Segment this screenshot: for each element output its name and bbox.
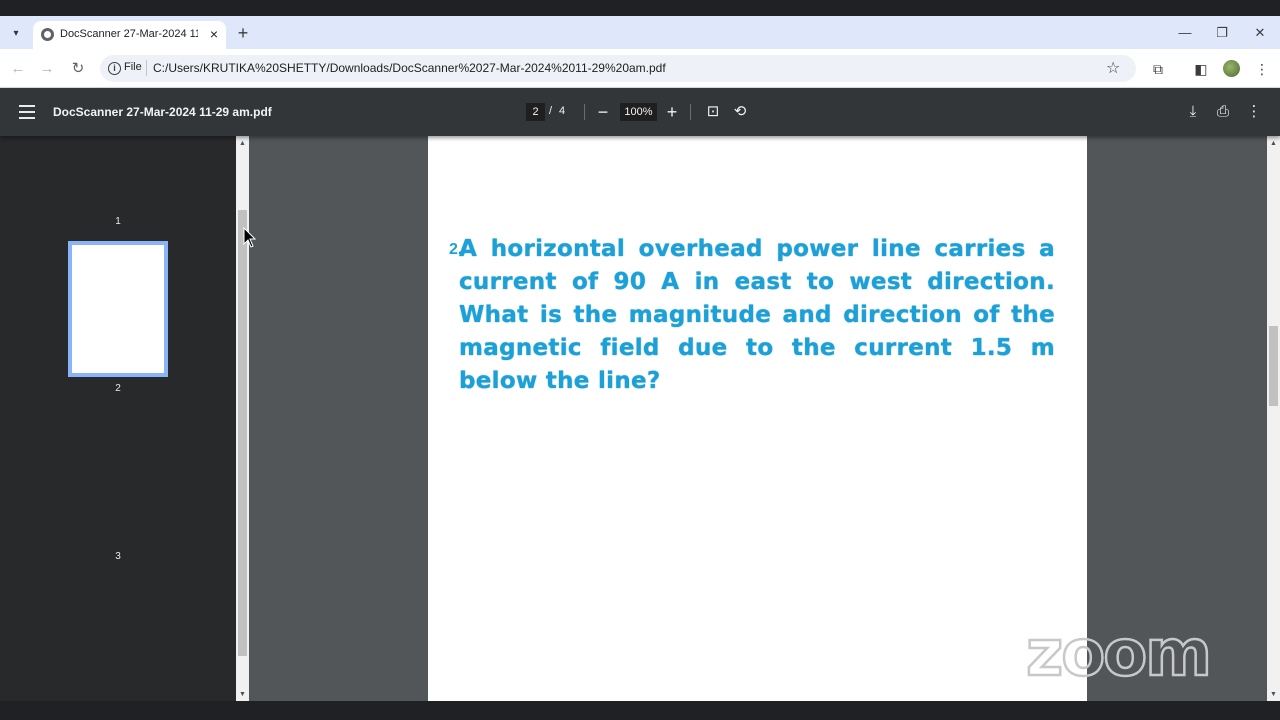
profile-avatar[interactable] xyxy=(1223,60,1240,77)
scroll-up-icon[interactable]: ▲ xyxy=(238,139,247,148)
forward-icon[interactable]: → xyxy=(36,58,58,80)
menu-icon[interactable] xyxy=(19,105,35,119)
tab-close-icon[interactable]: × xyxy=(206,26,222,42)
reload-icon[interactable]: ↻ xyxy=(67,58,89,80)
zoom-in-icon[interactable]: + xyxy=(662,101,682,123)
address-bar[interactable]: i File C:/Users/KRUTIKA%20SHETTY/Downloa… xyxy=(100,55,1136,82)
minimize-icon[interactable]: — xyxy=(1173,23,1197,43)
more-options-icon[interactable]: ⋮ xyxy=(1244,102,1264,122)
thumbnail-label-3: 3 xyxy=(115,551,121,562)
extensions-icon[interactable]: ⧉ xyxy=(1148,59,1168,79)
tab-search-icon[interactable]: ▾ xyxy=(6,24,26,42)
scroll-down-icon[interactable]: ▼ xyxy=(238,690,247,699)
sidebar-scrollbar[interactable]: ▲ ▼ xyxy=(236,136,249,701)
tab-title: DocScanner 27-Mar-2024 11-2 xyxy=(60,28,198,40)
document-scrollbar[interactable]: ▲ ▼ xyxy=(1267,136,1280,701)
pdf-page: 2. A horizontal overhead power line carr… xyxy=(428,136,1087,701)
scroll-down-icon[interactable]: ▼ xyxy=(1269,690,1278,699)
side-panel-icon[interactable]: ◧ xyxy=(1191,59,1211,79)
question-text: A horizontal overhead power line carries… xyxy=(459,236,1055,394)
zoom-watermark: zoom xyxy=(1025,617,1213,691)
star-icon[interactable]: ☆ xyxy=(1106,58,1120,78)
browser-menu-icon[interactable]: ⋮ xyxy=(1252,59,1272,79)
scrollbar-thumb[interactable] xyxy=(238,210,247,656)
thumbnail-label-1: 1 xyxy=(115,216,121,227)
url-text[interactable]: C:/Users/KRUTIKA%20SHETTY/Downloads/DocS… xyxy=(153,61,666,75)
close-icon[interactable]: ✕ xyxy=(1248,23,1272,43)
rotate-icon[interactable]: ⟲ xyxy=(730,102,750,122)
browser-toolbar: ← → ↻ i File C:/Users/KRUTIKA%20SHETTY/D… xyxy=(0,49,1280,88)
tab-strip: ▾ DocScanner 27-Mar-2024 11-2 × + — ❐ ✕ xyxy=(0,16,1280,49)
toolbar-divider xyxy=(690,104,691,120)
screen-bottom-band xyxy=(0,701,1280,720)
toolbar-divider xyxy=(584,104,585,120)
page-separator: / xyxy=(549,105,553,117)
file-scheme-label: File xyxy=(124,61,142,73)
browser-tab[interactable]: DocScanner 27-Mar-2024 11-2 × xyxy=(33,21,226,49)
total-pages: 4 xyxy=(559,105,566,117)
scrollbar-thumb[interactable] xyxy=(1269,326,1278,406)
back-icon[interactable]: ← xyxy=(7,58,29,80)
screen-top-band xyxy=(0,0,1280,16)
globe-icon xyxy=(41,28,54,41)
download-icon[interactable]: ⤓ xyxy=(1183,102,1203,122)
pdf-toolbar: DocScanner 27-Mar-2024 11-29 am.pdf 2 / … xyxy=(0,88,1280,136)
thumbnail-sidebar: 1 2 3 xyxy=(0,136,236,701)
scroll-up-icon[interactable]: ▲ xyxy=(1269,139,1278,148)
zoom-out-icon[interactable]: − xyxy=(593,101,613,123)
mouse-cursor-icon xyxy=(243,227,257,248)
fit-to-page-icon[interactable]: ⊡ xyxy=(703,102,723,122)
thumbnail-label-2: 2 xyxy=(115,383,121,394)
print-icon[interactable]: ⎙ xyxy=(1213,102,1233,122)
zoom-level-input[interactable]: 100% xyxy=(620,103,657,121)
omnibox-divider xyxy=(146,60,147,76)
page-thumbnail-2[interactable] xyxy=(68,241,168,377)
new-tab-button[interactable]: + xyxy=(233,24,253,42)
pdf-file-title: DocScanner 27-Mar-2024 11-29 am.pdf xyxy=(53,105,272,119)
info-icon[interactable]: i xyxy=(108,62,121,75)
restore-icon[interactable]: ❐ xyxy=(1210,23,1234,43)
page-number-input[interactable]: 2 xyxy=(526,103,545,121)
